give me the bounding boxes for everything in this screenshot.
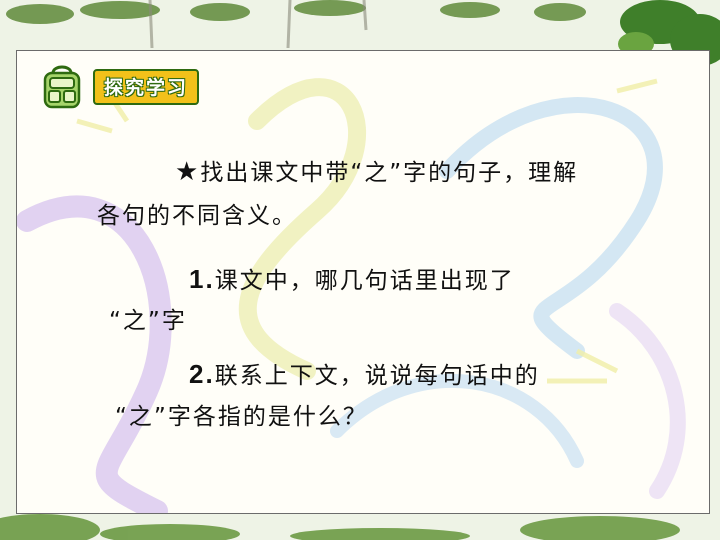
content-panel: 探究学习 ★找出课文中带“之”字的句子，理解 各句的不同含义。 1.课文中，哪几… xyxy=(16,50,710,514)
section-header: 探究学习 xyxy=(39,59,200,115)
task-text-2: 各句的不同含义。 xyxy=(97,203,297,229)
item1-line-1: 1.课文中，哪几句话里出现了 xyxy=(189,261,515,295)
task-line-1: ★找出课文中带“之”字的句子，理解 xyxy=(175,153,578,187)
task-text-1: 找出课文中带“之”字的句子，理解 xyxy=(200,160,579,186)
section-title: 探究学习 xyxy=(93,69,200,105)
item1-text-2: “之”字 xyxy=(109,308,187,334)
backpack-icon xyxy=(43,65,81,109)
item2-number: 2. xyxy=(189,359,215,389)
item2-text-1: 联系上下文，说说每句话中的 xyxy=(214,363,540,389)
star-icon: ★ xyxy=(175,157,201,187)
item2-line-1: 2.联系上下文，说说每句话中的 xyxy=(189,356,540,390)
item1-number: 1. xyxy=(189,264,215,294)
item1-text-1: 课文中，哪几句话里出现了 xyxy=(214,268,515,294)
item2-text-2: “之”字各指的是什么？ xyxy=(115,404,368,430)
